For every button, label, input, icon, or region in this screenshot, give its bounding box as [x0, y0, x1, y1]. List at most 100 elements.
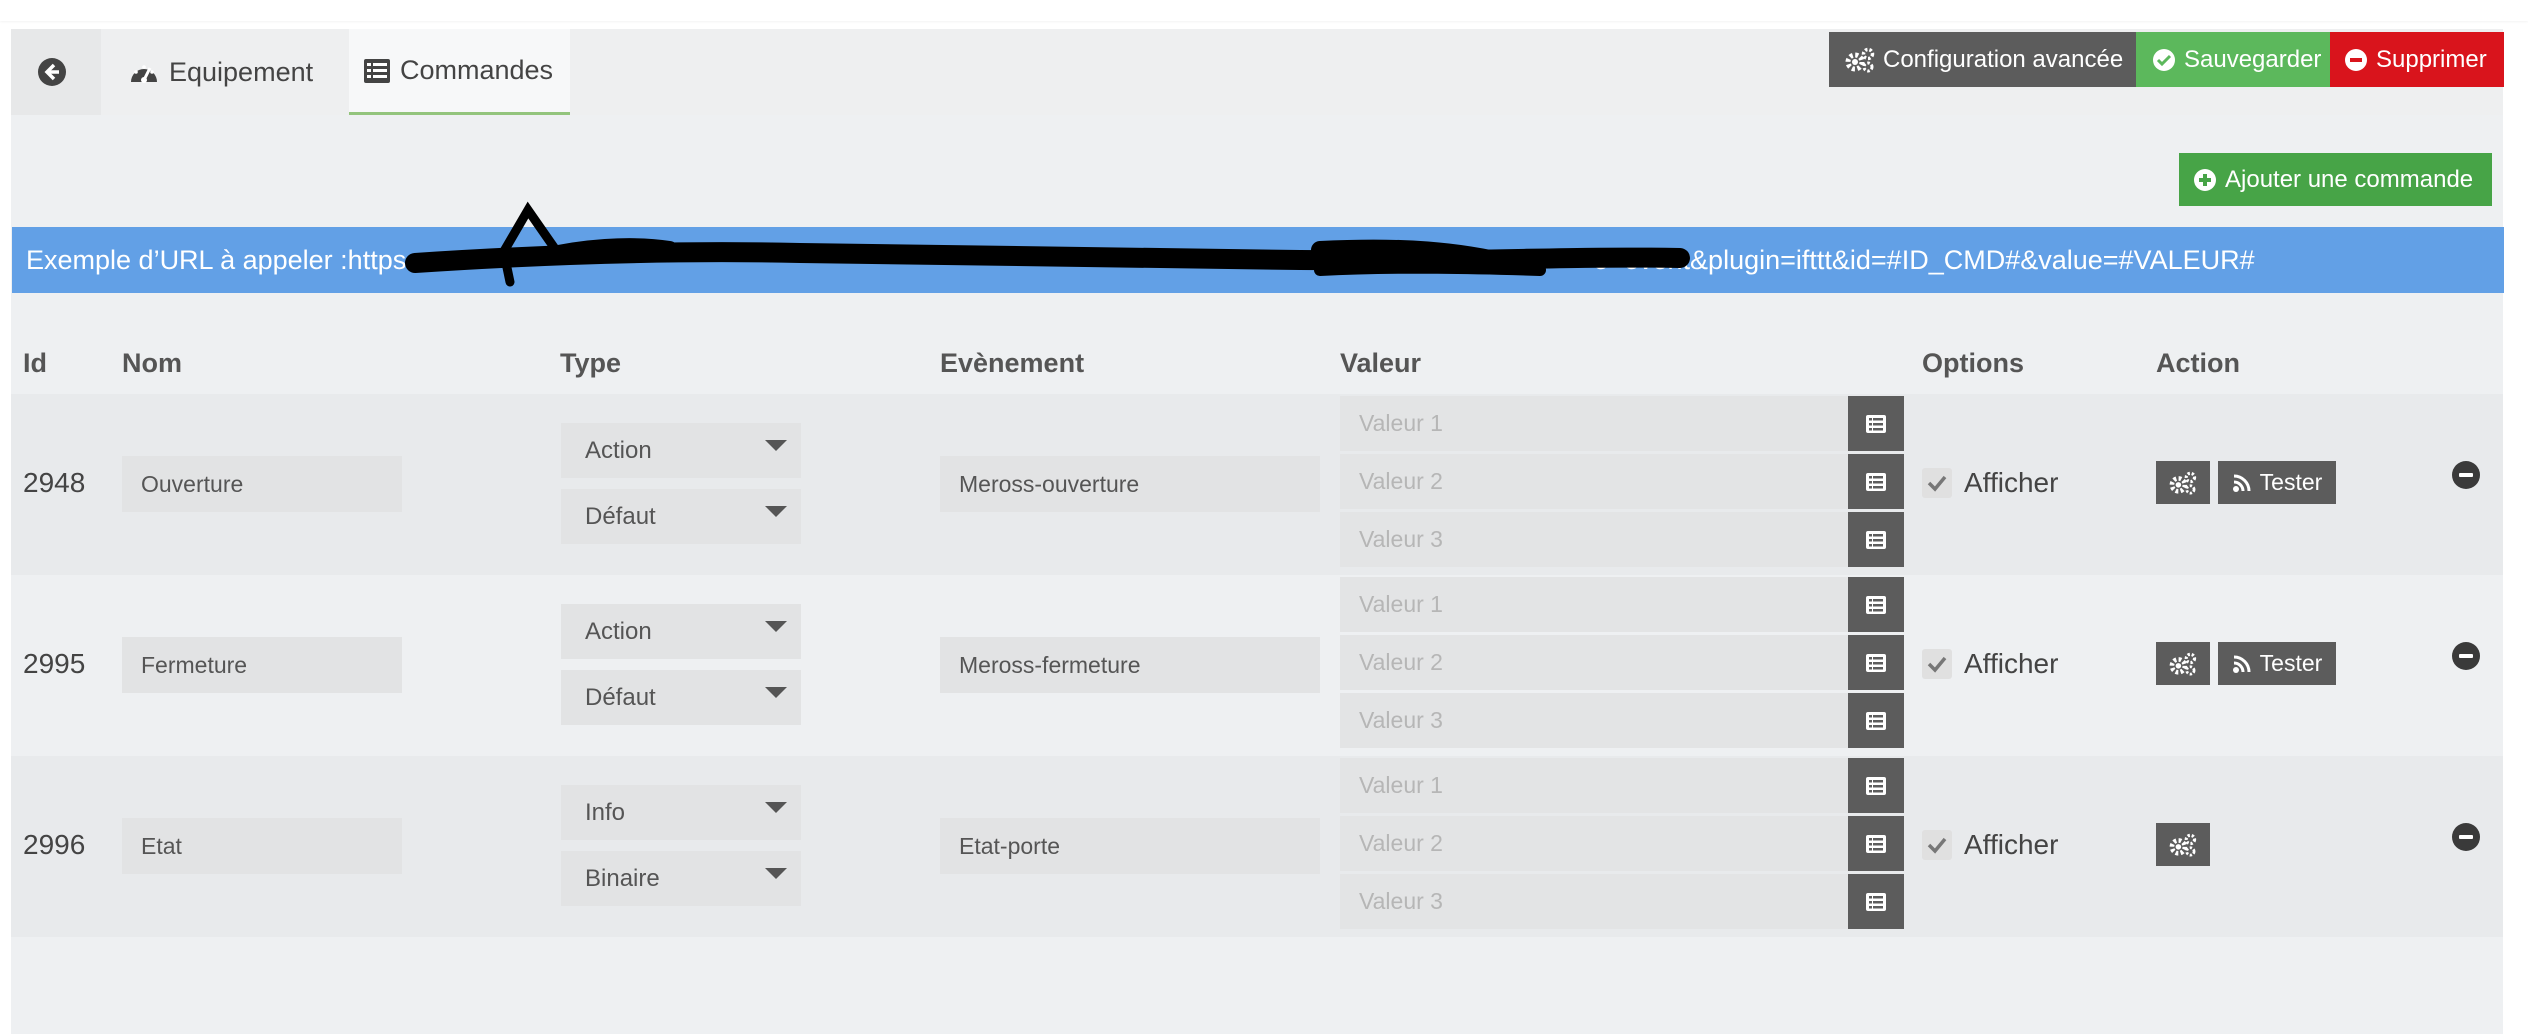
list-alt-icon [363, 58, 391, 84]
cogs-icon [2169, 833, 2197, 857]
afficher-label: Afficher [1964, 648, 2059, 679]
tester-button[interactable]: Tester [2218, 461, 2336, 504]
command-subtype-value: Binaire [585, 864, 660, 892]
column-header-id: Id [23, 348, 47, 378]
url-example-start: https [347, 244, 407, 275]
url-example-label: Exemple d’URL à appeler : [26, 244, 348, 275]
cogs-icon [1845, 47, 1875, 73]
delete-label: Supprimer [2376, 45, 2487, 73]
command-type-select[interactable]: Action [561, 604, 801, 659]
list-alt-icon [1866, 414, 1886, 433]
command-subtype-select[interactable]: Défaut [561, 670, 801, 725]
tab-commandes[interactable]: Commandes [349, 29, 570, 115]
tab-equipement[interactable]: Equipement [101, 29, 349, 115]
list-alt-icon [1866, 711, 1886, 730]
value-1-list-button[interactable] [1848, 396, 1904, 451]
list-alt-icon [1866, 595, 1886, 614]
list-alt-icon [1866, 653, 1886, 672]
value-1-list-button[interactable] [1848, 577, 1904, 632]
command-name-input[interactable]: Etat [122, 818, 402, 874]
value-1-input[interactable]: Valeur 1 [1340, 577, 1848, 632]
url-example-end: e=event&plugin=ifttt&id=#ID_CMD#&value=#… [1593, 244, 2255, 275]
value-2-list-button[interactable] [1848, 635, 1904, 690]
remove-command-icon[interactable] [2452, 823, 2480, 851]
value-3-list-button[interactable] [1848, 874, 1904, 929]
value-2-list-button[interactable] [1848, 454, 1904, 509]
list-alt-icon [1866, 776, 1886, 795]
command-name-input[interactable]: Fermeture [122, 637, 402, 693]
remove-command-icon[interactable] [2452, 461, 2480, 489]
command-subtype-select[interactable]: Binaire [561, 851, 801, 906]
checkmark-icon [1922, 468, 1952, 498]
list-alt-icon [1866, 472, 1886, 491]
chevron-down-icon [765, 440, 787, 451]
command-id: 2995 [23, 648, 86, 679]
column-header-valeur: Valeur [1340, 348, 1422, 378]
command-type-select[interactable]: Action [561, 423, 801, 478]
column-header-options: Options [1922, 348, 2024, 378]
afficher-checkbox[interactable]: Afficher [1922, 648, 2058, 680]
add-command-label: Ajouter une commande [2225, 165, 2474, 193]
command-subtype-value: Défaut [585, 502, 656, 530]
advanced-config-button[interactable]: Configuration avancée [1829, 32, 2136, 87]
chevron-down-icon [765, 687, 787, 698]
save-button[interactable]: Sauvegarder [2136, 32, 2330, 87]
afficher-checkbox[interactable]: Afficher [1922, 829, 2058, 861]
tester-label: Tester [2259, 469, 2323, 495]
command-type-value: Info [585, 798, 626, 826]
tachometer-icon [128, 58, 160, 86]
event-input[interactable]: Etat-porte [940, 818, 1320, 874]
value-3-input[interactable]: Valeur 3 [1340, 512, 1848, 567]
value-1-input[interactable]: Valeur 1 [1340, 758, 1848, 813]
list-alt-icon [1866, 834, 1886, 853]
advanced-config-label: Configuration avancée [1883, 45, 2124, 73]
delete-button[interactable]: Supprimer [2330, 32, 2504, 87]
value-3-input[interactable]: Valeur 3 [1340, 874, 1848, 929]
column-header-nom: Nom [122, 348, 182, 378]
command-subtype-select[interactable]: Défaut [561, 489, 801, 544]
value-3-input[interactable]: Valeur 3 [1340, 693, 1848, 748]
event-input[interactable]: Meross-ouverture [940, 456, 1320, 512]
command-type-value: Action [585, 617, 652, 645]
cogs-icon [2169, 652, 2197, 676]
command-config-button[interactable] [2156, 642, 2210, 685]
tester-button[interactable]: Tester [2218, 642, 2336, 685]
plus-circle-icon [2193, 168, 2217, 192]
checkmark-icon [1922, 830, 1952, 860]
value-2-input[interactable]: Valeur 2 [1340, 816, 1848, 871]
top-strip [0, 0, 2528, 21]
column-header-type: Type [560, 348, 622, 378]
value-3-list-button[interactable] [1848, 693, 1904, 748]
column-header-evenement: Evènement [940, 348, 1085, 378]
chevron-down-icon [765, 506, 787, 517]
add-command-button[interactable]: Ajouter une commande [2179, 153, 2492, 206]
afficher-checkbox[interactable]: Afficher [1922, 467, 2058, 499]
tab-commandes-label: Commandes [400, 55, 554, 85]
chevron-down-icon [765, 802, 787, 813]
command-type-select[interactable]: Info [561, 785, 801, 840]
rss-icon [2232, 654, 2252, 674]
command-name-input[interactable]: Ouverture [122, 456, 402, 512]
tab-equipement-label: Equipement [169, 56, 314, 87]
command-config-button[interactable] [2156, 461, 2210, 504]
checkmark-icon [1922, 649, 1952, 679]
url-example-bar: Exemple d’URL à appeler : https e=event&… [12, 227, 2504, 293]
event-input[interactable]: Meross-fermeture [940, 637, 1320, 693]
value-1-input[interactable]: Valeur 1 [1340, 396, 1848, 451]
chevron-down-icon [765, 868, 787, 879]
value-2-list-button[interactable] [1848, 816, 1904, 871]
remove-command-icon[interactable] [2452, 642, 2480, 670]
rss-icon [2232, 473, 2252, 493]
list-alt-icon [1866, 530, 1886, 549]
check-circle-icon [2152, 48, 2176, 72]
afficher-label: Afficher [1964, 829, 2059, 860]
minus-circle-icon [2344, 48, 2368, 72]
value-2-input[interactable]: Valeur 2 [1340, 635, 1848, 690]
value-2-input[interactable]: Valeur 2 [1340, 454, 1848, 509]
tab-back[interactable] [11, 29, 101, 115]
list-alt-icon [1866, 892, 1886, 911]
chevron-down-icon [765, 621, 787, 632]
command-config-button[interactable] [2156, 823, 2210, 866]
value-1-list-button[interactable] [1848, 758, 1904, 813]
value-3-list-button[interactable] [1848, 512, 1904, 567]
